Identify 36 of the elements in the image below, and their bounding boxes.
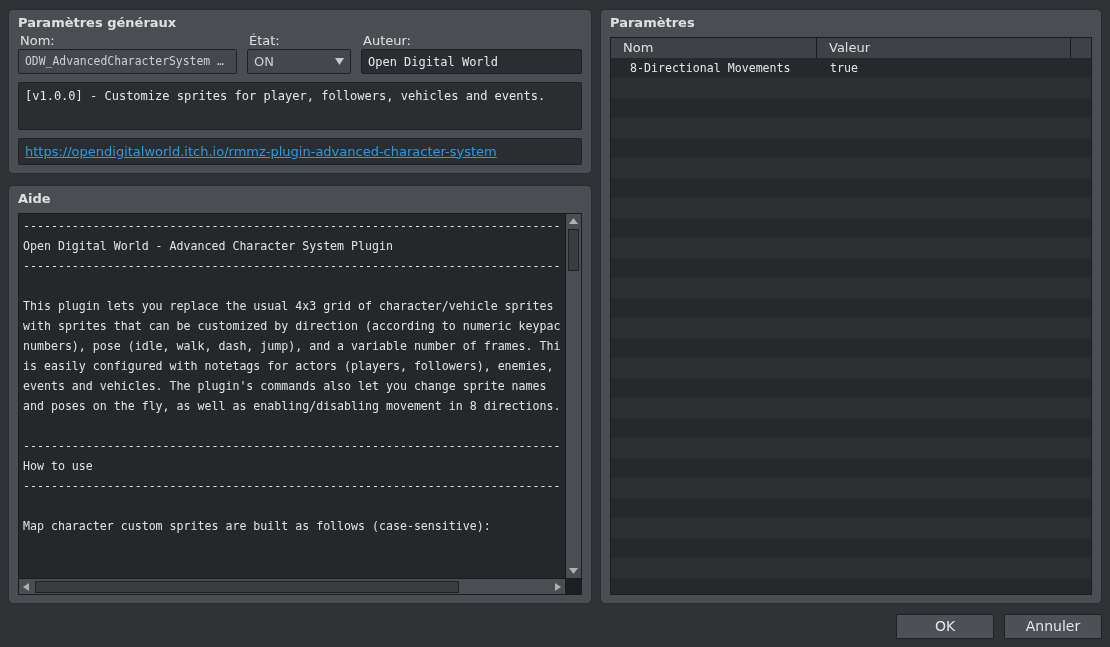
scroll-thumb[interactable] bbox=[35, 580, 459, 593]
panel-title: Paramètres bbox=[610, 14, 696, 32]
help-line: ----------------------------------------------------------------------------- bbox=[22, 438, 562, 455]
description-field[interactable]: [v1.0.0] - Customize sprites for player, followers, vehicles and events. bbox=[18, 82, 582, 130]
table-cell-text: 8-Directional Movements bbox=[629, 60, 792, 77]
column-header bbox=[1071, 38, 1091, 58]
scroll-thumb[interactable] bbox=[568, 229, 579, 271]
help-line: events and vehicles. The plugin's commands also let you change sprite names bbox=[22, 378, 548, 395]
field-label: Nom: bbox=[20, 33, 56, 49]
dropdown-value: ON bbox=[254, 52, 274, 71]
vertical-scrollbar[interactable] bbox=[565, 214, 581, 578]
help-line: ----------------------------------------------------------------------------- bbox=[22, 218, 562, 235]
help-line: How to use bbox=[22, 458, 94, 475]
horizontal-scrollbar[interactable] bbox=[19, 578, 581, 594]
dropdown-arrow-icon bbox=[335, 58, 344, 65]
dialog-button[interactable]: OK bbox=[896, 614, 994, 639]
column-header[interactable]: Nom bbox=[611, 38, 817, 58]
author-field[interactable]: Open Digital World bbox=[361, 49, 582, 74]
help-line: numbers), pose (idle, walk, dash, jump), and a variable number of frames. Thi bbox=[22, 338, 562, 355]
panel-title: Aide bbox=[18, 190, 52, 208]
help-line: with sprites that can be customized by direction (according to numeric keypac bbox=[22, 318, 562, 335]
table-cell-text: true bbox=[829, 60, 858, 77]
help-line: is easily configured with notetags for actors (players, followers), enemies, bbox=[22, 358, 555, 375]
dialog-button[interactable]: Annuler bbox=[1004, 614, 1102, 639]
field-label: État: bbox=[249, 33, 281, 49]
field-label: Auteur: bbox=[363, 33, 412, 49]
help-line: and poses on the fly, as well as enabling/disabling movement in 8 directions. bbox=[22, 398, 562, 415]
help-line: ----------------------------------------------------------------------------- bbox=[22, 478, 562, 495]
help-line: Map character custom sprites are built as follows (case-sensitive): bbox=[22, 518, 492, 535]
column-header[interactable]: Valeur bbox=[817, 38, 1071, 58]
state-dropdown[interactable]: ON bbox=[247, 49, 351, 74]
help-line: ----------------------------------------------------------------------------- bbox=[22, 258, 562, 275]
help-line: This plugin lets you replace the usual 4x3 grid of character/vehicle sprites bbox=[22, 298, 555, 315]
help-line: Open Digital World - Advanced Character System Plugin bbox=[22, 238, 394, 255]
panel-title: Paramètres généraux bbox=[18, 14, 178, 32]
name-field[interactable]: ODW_AdvancedCharacterSystem … bbox=[18, 49, 237, 74]
